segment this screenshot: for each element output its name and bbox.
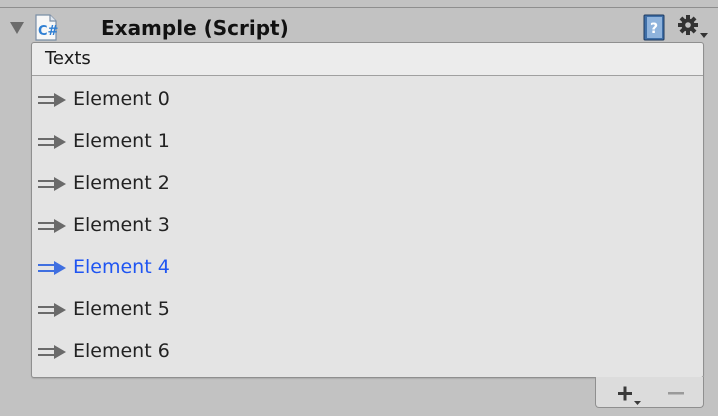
drag-handle-icon[interactable] [38, 303, 68, 317]
list-header-label: Texts [45, 48, 91, 69]
svg-text:?: ? [650, 21, 658, 37]
list-item[interactable]: Element 3 [32, 205, 703, 247]
list-item-selected[interactable]: Element 4 [32, 247, 703, 289]
add-element-button[interactable] [614, 382, 644, 406]
help-book-icon[interactable]: ? [643, 14, 667, 41]
list-item[interactable]: Element 2 [32, 163, 703, 205]
reorderable-list: Texts Element 0 Element 1 Element 2 Elem… [31, 42, 704, 378]
list-item[interactable]: Element 5 [32, 289, 703, 331]
component-header: C# Example (Script) ? [0, 8, 718, 42]
list-footer [595, 377, 704, 408]
list-item-label: Element 6 [73, 340, 170, 362]
svg-text:C#: C# [38, 24, 58, 39]
foldout-arrow-icon[interactable] [10, 22, 24, 34]
drag-handle-icon[interactable] [38, 177, 68, 191]
gear-icon[interactable] [676, 13, 710, 41]
drag-handle-icon[interactable] [38, 261, 68, 275]
remove-element-button[interactable] [664, 382, 690, 406]
drag-handle-icon[interactable] [38, 219, 68, 233]
list-item-label: Element 3 [73, 214, 170, 236]
list-item-label: Element 4 [73, 256, 170, 278]
list-item[interactable]: Element 1 [32, 121, 703, 163]
drag-handle-icon[interactable] [38, 93, 68, 107]
list-item-label: Element 5 [73, 298, 170, 320]
list-item-label: Element 0 [73, 88, 170, 110]
list-header: Texts [32, 43, 703, 76]
drag-handle-icon[interactable] [38, 345, 68, 359]
list-item[interactable]: Element 0 [32, 79, 703, 121]
drag-handle-icon[interactable] [38, 135, 68, 149]
list-item-label: Element 2 [73, 172, 170, 194]
csharp-script-icon: C# [35, 14, 58, 41]
component-title: Example (Script) [101, 16, 289, 40]
list-item-label: Element 1 [73, 130, 170, 152]
list-items: Element 0 Element 1 Element 2 Element 3 … [32, 79, 703, 373]
enabled-checkbox[interactable] [64, 19, 80, 35]
list-item[interactable]: Element 6 [32, 331, 703, 373]
